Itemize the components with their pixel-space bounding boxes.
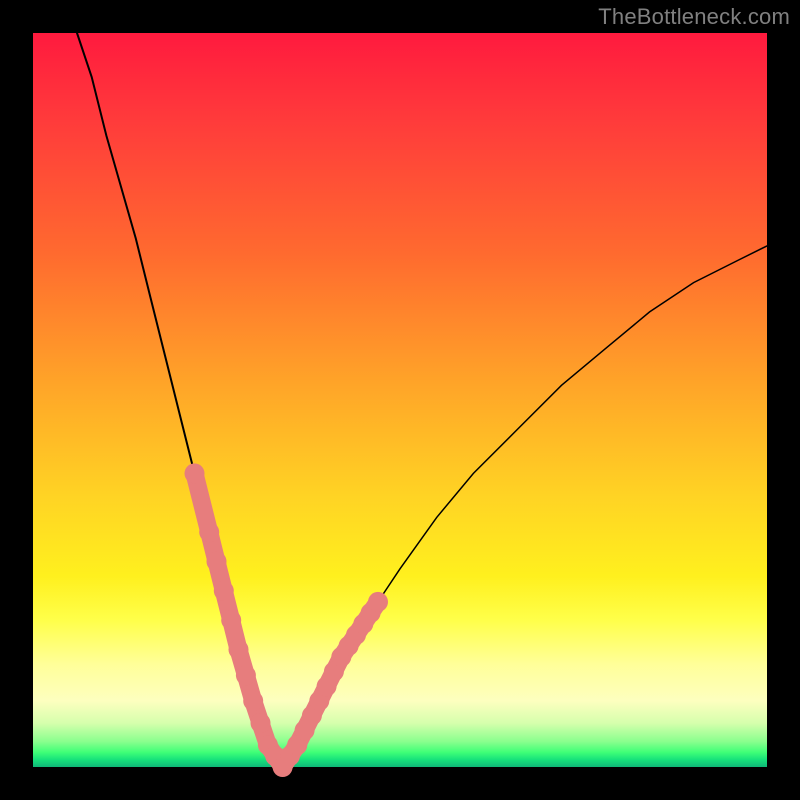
curve-svg (33, 33, 767, 767)
bead-dot (207, 552, 227, 572)
bead-dot (368, 592, 388, 612)
bead-dot (236, 665, 256, 685)
outer-frame: TheBottleneck.com (0, 0, 800, 800)
bead-dot (243, 691, 263, 711)
bead-segment-left (195, 473, 298, 767)
left-branch-curve (77, 33, 283, 767)
bead-dot (229, 640, 249, 660)
bead-dot (185, 463, 205, 483)
bead-dot (214, 581, 234, 601)
bead-dots (185, 463, 389, 777)
watermark-text: TheBottleneck.com (598, 4, 790, 30)
plot-area (33, 33, 767, 767)
bead-dot (251, 713, 271, 733)
right-branch-curve (283, 246, 767, 767)
bead-dot (199, 522, 219, 542)
bead-dot (221, 610, 241, 630)
